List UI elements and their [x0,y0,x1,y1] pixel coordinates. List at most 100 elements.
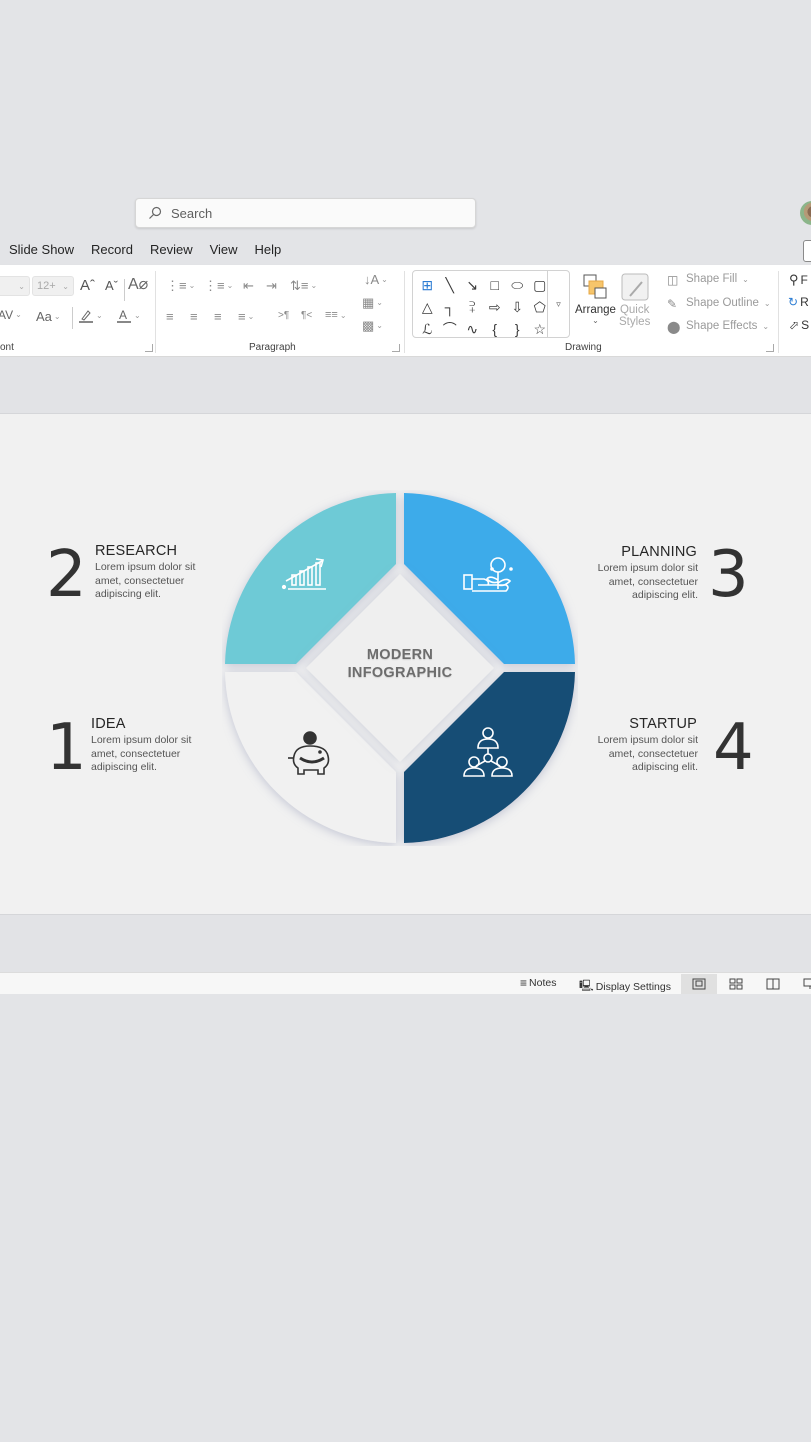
shape-elbow-connector[interactable]: ┐ [439,296,462,318]
shape-rectangle[interactable]: □ [484,274,507,296]
shape-textbox[interactable]: ⊞ [416,274,439,296]
replace-button[interactable]: ↻ R [788,296,809,308]
decrease-indent-icon: ⇤ [243,278,254,293]
step-desc-idea: Lorem ipsum dolor sit amet, consectetuer… [91,734,192,773]
numbering-icon: ⋮≡ [204,278,225,293]
quick-styles-button[interactable]: Quick Styles [619,272,650,328]
line-spacing-button[interactable]: ⇅≡ ⌄ [290,279,317,292]
step-number-4: 4 [713,711,754,785]
chevron-down-icon: ⌄ [592,316,599,325]
center-button[interactable]: ≡ [190,310,198,323]
shape-elbow-arrow[interactable]: ⫀ [461,296,484,318]
align-text-button[interactable]: ▦ ⌄ [362,296,383,309]
svg-text:A: A [119,308,127,322]
empty-background [0,994,811,1442]
clear-formatting-button[interactable]: A⌀ [128,277,148,293]
select-button[interactable]: ⬀ S [789,319,809,331]
notes-area[interactable] [0,915,811,972]
decrease-indent-button[interactable]: ⇤ [243,279,254,292]
increase-font-size-button[interactable]: Aˆ [80,278,95,293]
font-color-button[interactable]: A ⌄ [116,308,141,324]
text-direction-button[interactable]: ↓A ⌄ [364,273,388,286]
increase-indent-icon: ⇥ [266,278,277,293]
font-name-combo[interactable]: ⌄ [0,276,30,296]
shape-right-brace[interactable]: } [506,318,529,340]
columns-button[interactable]: ≡≡ ⌄ [325,310,347,321]
bullets-icon: ⋮≡ [166,278,187,293]
shape-right-arrow[interactable]: ⇨ [484,296,507,318]
step-title-research: RESEARCH [95,543,178,559]
convert-smartart-button[interactable]: ▩ ⌄ [362,319,383,332]
expand-gallery-icon: ▿ [556,298,561,309]
highlight-color-button[interactable]: ⌄ [78,308,103,324]
user-avatar[interactable] [800,201,811,225]
drawing-dialog-launcher[interactable] [766,344,774,352]
step-desc-research: Lorem ipsum dolor sit amet, consectetuer… [95,561,196,600]
search-box[interactable]: Search [135,198,476,228]
font-dialog-launcher[interactable] [145,344,153,352]
quick-styles-icon [621,273,649,301]
slide-sorter-button[interactable] [718,974,754,994]
arrange-icon [583,274,607,299]
paragraph-dialog-launcher[interactable] [392,344,400,352]
group-divider [778,271,779,353]
step-desc-planning: Lorem ipsum dolor sit amet, consectetuer… [597,562,698,601]
replace-icon: ↻ [788,295,799,309]
font-size-combo[interactable]: 12+ ⌄ [32,276,74,296]
shape-effects-button[interactable]: ⬤ Shape Effects ⌄ [667,320,769,334]
ltr-icon: >¶ [278,310,290,321]
align-text-icon: ▦ [362,295,375,310]
shape-effects-icon: ⬤ [667,320,681,334]
align-right-icon: ≡ [214,309,222,324]
text-direction-icon: ↓A [364,272,380,287]
character-spacing-button[interactable]: AV ⌄ [0,309,22,321]
bullets-button[interactable]: ⋮≡ ⌄ [166,279,195,292]
shape-line[interactable]: ╲ [439,274,462,296]
justify-button[interactable]: ≡ ⌄ [238,310,254,323]
search-icon [149,206,162,219]
rtl-button[interactable]: ¶< [301,311,312,321]
step-desc-startup: Lorem ipsum dolor sit amet, consectetuer… [597,734,698,773]
shape-arc[interactable]: ⌒ [439,318,462,340]
arrange-button[interactable]: Arrange ⌄ [575,272,616,325]
notes-button[interactable]: ≡ Notes [520,977,556,989]
workspace [0,357,811,413]
normal-view-button[interactable] [681,974,717,994]
tab-slide-show[interactable]: Slide Show [9,242,74,257]
tab-review[interactable]: Review [150,242,193,257]
shape-left-brace[interactable]: { [484,318,507,340]
align-right-button[interactable]: ≡ [214,310,222,323]
tab-record[interactable]: Record [91,242,133,257]
tab-help[interactable]: Help [255,242,282,257]
shape-outline-button[interactable]: ✎ Shape Outline ⌄ [667,297,771,311]
search-placeholder: Search [171,205,213,221]
font-color-icon: A [117,308,131,323]
divider [124,279,125,301]
find-button[interactable]: ⚲ F [789,273,808,286]
tab-view[interactable]: View [210,242,238,257]
shape-down-arrow[interactable]: ⇩ [506,296,529,318]
shape-oval[interactable]: ⬭ [506,274,529,296]
shapes-more-button[interactable]: ▿ [547,271,569,337]
font-group-label: ont [0,342,14,353]
reading-view-icon [766,978,780,990]
increase-indent-button[interactable]: ⇥ [266,279,277,292]
decrease-font-size-button[interactable]: Aˇ [105,279,118,292]
align-left-button[interactable]: ≡ [166,310,174,323]
step-number-3: 3 [708,538,749,612]
shape-arrow-line[interactable]: ↘ [461,274,484,296]
numbering-button[interactable]: ⋮≡ ⌄ [204,279,233,292]
shape-curve[interactable]: ∿ [461,318,484,340]
align-center-icon: ≡ [190,309,198,324]
shape-fill-button[interactable]: ◫ Shape Fill ⌄ [667,273,749,287]
shape-freeform[interactable]: ℒ [416,318,439,340]
reading-view-button[interactable] [755,974,791,994]
slide-show-button[interactable] [792,974,811,994]
justify-icon: ≡ [238,309,246,324]
shape-triangle[interactable]: △ [416,296,439,318]
align-left-icon: ≡ [166,309,174,324]
change-case-button[interactable]: Aa ⌄ [36,310,61,323]
ltr-button[interactable]: >¶ [278,311,289,321]
slide-show-icon [803,978,811,989]
comments-button[interactable] [803,240,811,262]
